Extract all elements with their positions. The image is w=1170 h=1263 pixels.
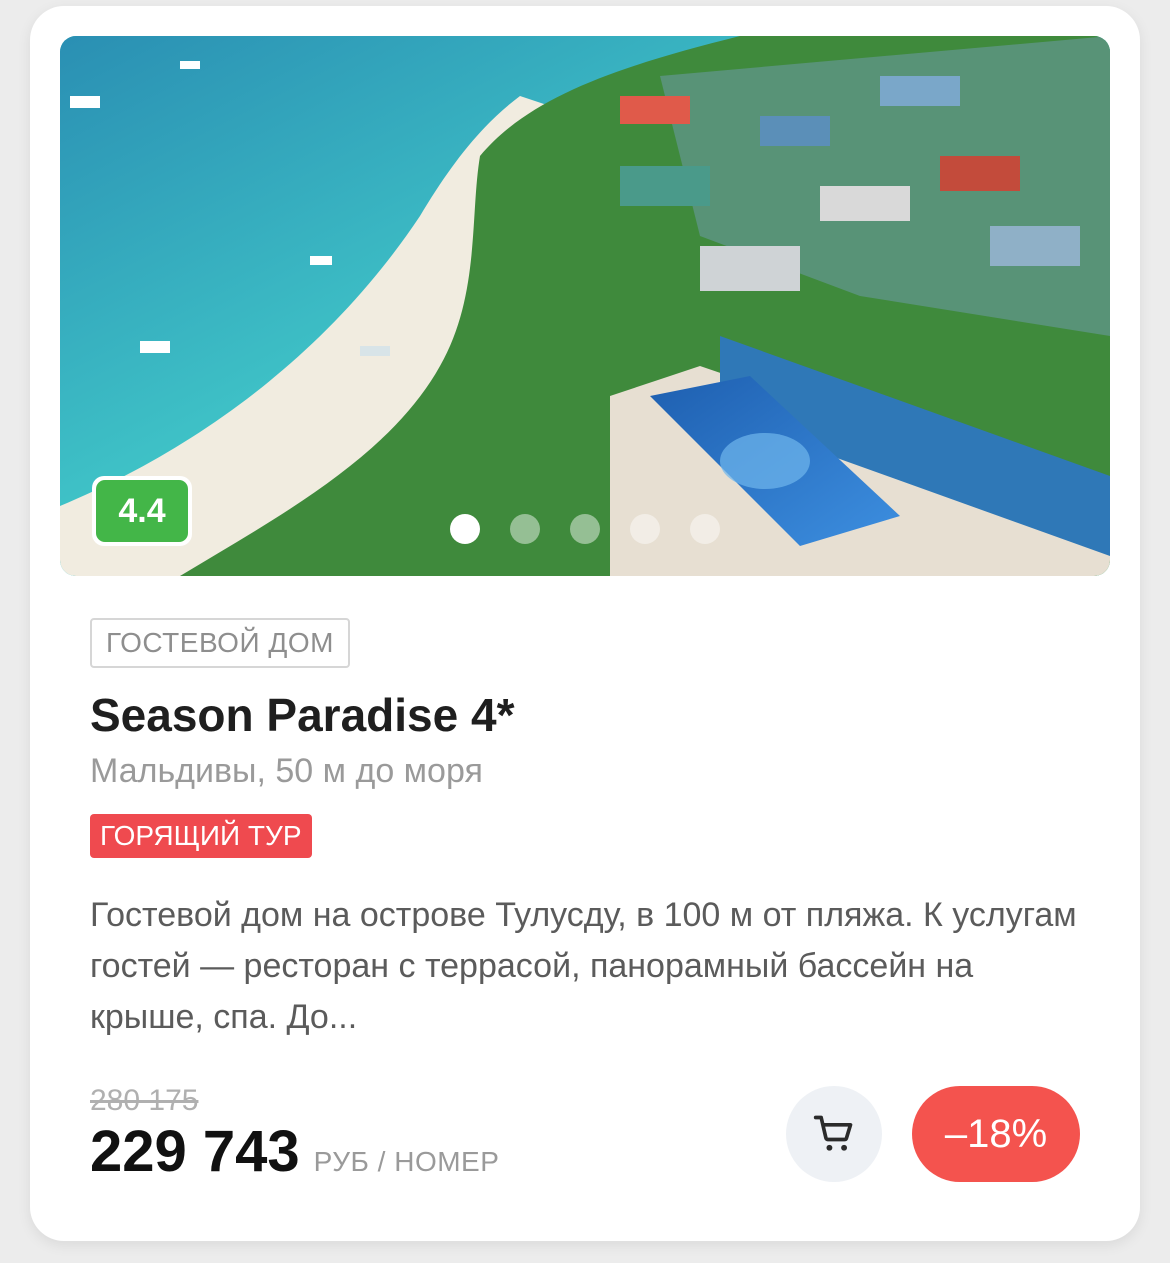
cart-icon bbox=[813, 1115, 853, 1151]
hotel-card[interactable]: 4.4 ГОСТЕВОЙ ДОМ Season Paradise 4* Маль… bbox=[30, 6, 1140, 1241]
hotel-photo[interactable]: 4.4 bbox=[60, 36, 1110, 576]
gallery-dot[interactable] bbox=[570, 514, 600, 544]
price-row: 229 743 РУБ / НОМЕР bbox=[90, 1118, 499, 1185]
old-price: 280 175 bbox=[90, 1084, 199, 1117]
accommodation-type-badge: ГОСТЕВОЙ ДОМ bbox=[90, 618, 350, 668]
hotel-location: Мальдивы, 50 м до моря bbox=[90, 752, 483, 790]
add-to-cart-button[interactable] bbox=[786, 1086, 882, 1182]
gallery-dot[interactable] bbox=[630, 514, 660, 544]
gallery-pagination bbox=[450, 514, 720, 544]
price-unit: РУБ / НОМЕР bbox=[313, 1146, 500, 1177]
hotel-photo-image bbox=[60, 36, 1110, 576]
rating-value: 4.4 bbox=[96, 480, 188, 542]
hotel-description: Гостевой дом на острове Тулусду, в 100 м… bbox=[90, 896, 1077, 1036]
hot-tour-badge: ГОРЯЩИЙ ТУР bbox=[90, 814, 312, 858]
hotel-title[interactable]: Season Paradise 4* bbox=[90, 688, 514, 742]
gallery-dot[interactable] bbox=[690, 514, 720, 544]
gallery-dot[interactable] bbox=[510, 514, 540, 544]
gallery-dot[interactable] bbox=[450, 514, 480, 544]
rating-badge: 4.4 bbox=[92, 476, 192, 546]
current-price: 229 743 bbox=[90, 1119, 300, 1184]
discount-badge: –18% bbox=[912, 1086, 1080, 1182]
